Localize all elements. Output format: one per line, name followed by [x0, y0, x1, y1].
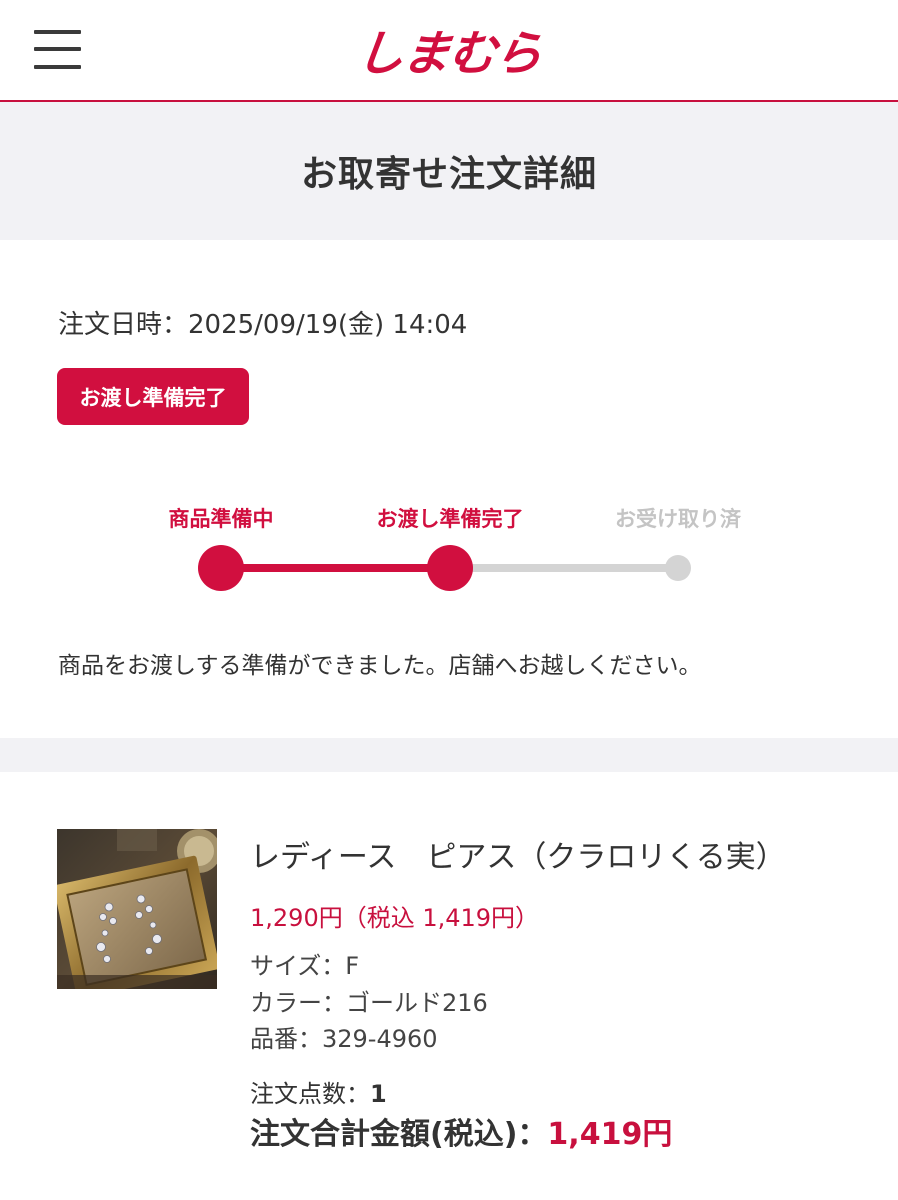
total-amount: 1,419円: [547, 1117, 673, 1152]
progress-track-completed: [221, 564, 450, 572]
order-total: 注文合計金額(税込)：1,419円: [250, 1109, 672, 1153]
page-title-band: お取寄せ注文詳細: [0, 102, 898, 240]
product-color: カラー：ゴールド216: [250, 989, 488, 1017]
menu-bar-middle: [34, 47, 81, 51]
menu-bar-top: [34, 30, 81, 34]
step-label-received: お受け取り済: [615, 507, 741, 531]
earring-photo-icon: [57, 829, 217, 989]
status-message: 商品をお渡しする準備ができました。店舗へお越しください。: [58, 653, 702, 679]
order-quantity: 注文点数：1: [250, 1074, 387, 1109]
hamburger-menu-icon[interactable]: [34, 28, 82, 72]
product-item-number: 品番：329-4960: [250, 1025, 438, 1053]
app-header: しまむら: [0, 0, 898, 102]
step-dot-ready: [427, 545, 473, 591]
status-badge: お渡し準備完了: [57, 368, 249, 425]
total-label: 注文合計金額(税込)：: [250, 1117, 548, 1152]
quantity-value: 1: [370, 1080, 387, 1108]
menu-bar-bottom: [34, 65, 81, 69]
product-image[interactable]: [57, 829, 217, 989]
step-label-preparing: 商品準備中: [168, 507, 274, 531]
product-name[interactable]: レディース ピアス（クラロリくる実）: [250, 832, 786, 876]
quantity-label: 注文点数：: [250, 1080, 370, 1108]
step-dot-preparing: [198, 545, 244, 591]
product-size: サイズ：F: [250, 952, 360, 980]
order-datetime: 注文日時：2025/09/19(金) 14:04: [58, 310, 468, 340]
step-label-ready: お渡し準備完了: [376, 507, 524, 531]
step-dot-received: [665, 555, 691, 581]
section-divider: [0, 738, 898, 772]
shimamura-logo[interactable]: しまむら: [342, 14, 555, 84]
product-price: 1,290円（税込 1,419円）: [250, 904, 540, 932]
page-title: お取寄せ注文詳細: [300, 154, 597, 195]
progress-track-remaining: [450, 564, 678, 572]
